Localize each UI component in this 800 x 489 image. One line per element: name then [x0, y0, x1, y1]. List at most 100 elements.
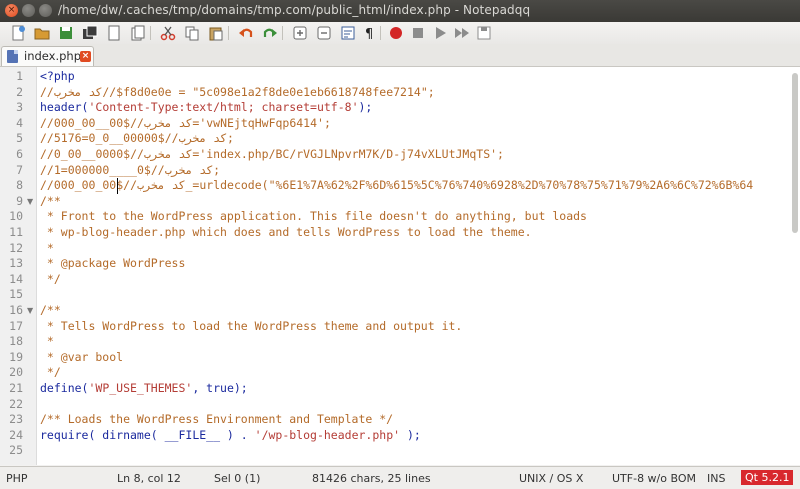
- line-number: 23: [9, 412, 23, 427]
- run-macro-multiple-icon[interactable]: [454, 25, 470, 41]
- code-text: //کد مخرب//$00000__0_0=5176;: [40, 131, 234, 147]
- line-number: 21: [9, 381, 23, 395]
- code-token: define(: [40, 381, 89, 395]
- code-line[interactable]: 9 ▼ /**: [0, 194, 800, 210]
- code-token: );: [400, 427, 421, 442]
- code-line[interactable]: 24 require( dirname( __FILE__ ) . '/wp-bl…: [0, 428, 800, 444]
- code-text: require( dirname( __FILE__ ) . '/wp-blog…: [40, 428, 421, 444]
- line-number: 14: [9, 271, 23, 286]
- code-line[interactable]: 6 //کد مخرب//$0000__00_0='index.php/BC/rV…: [0, 147, 800, 163]
- close-all-icon[interactable]: [130, 25, 146, 41]
- status-language[interactable]: PHP: [6, 472, 28, 485]
- stop-macro-icon[interactable]: [410, 25, 426, 41]
- code-line[interactable]: 21 define('WP_USE_THEMES', true);: [0, 381, 800, 397]
- line-number: 5: [16, 131, 23, 146]
- code-text: * @var bool: [40, 350, 123, 366]
- code-token: //کد مخرب//$00_00_000_=urldecode("%6E1%7…: [40, 178, 754, 193]
- cut-icon[interactable]: [160, 25, 176, 41]
- close-icon[interactable]: ×: [80, 51, 91, 62]
- code-line[interactable]: 8 //کد مخرب//$00_00_000_=urldecode("%6E1%…: [0, 178, 800, 194]
- redo-icon[interactable]: [262, 25, 278, 41]
- line-number: 7: [16, 162, 23, 177]
- code-line[interactable]: 4 //کد مخرب//$00__00_000='vwNEjtqHwFqp641…: [0, 116, 800, 132]
- line-number: 10: [9, 209, 23, 224]
- line-number: 13: [9, 256, 23, 271]
- code-token: //کد مخرب//$00__00_000='vwNEjtqHwFqp6414…: [40, 115, 331, 130]
- window-maximize-button[interactable]: [39, 4, 52, 17]
- code-line[interactable]: 19 * @var bool: [0, 350, 800, 366]
- code-line[interactable]: 25: [0, 443, 800, 459]
- code-text: //کد مخرب//$f8d0e0e = "5c098e1a2f8de0e1e…: [40, 85, 435, 101]
- code-token: * @var bool: [40, 349, 124, 364]
- code-line[interactable]: 23 /** Loads the WordPress Environment an…: [0, 412, 800, 428]
- code-line[interactable]: 16 ▼ /**: [0, 303, 800, 319]
- code-line[interactable]: 14 */: [0, 272, 800, 288]
- play-macro-icon[interactable]: [432, 25, 448, 41]
- line-number: 24: [9, 427, 23, 442]
- code-line[interactable]: 13 * @package WordPress: [0, 256, 800, 272]
- code-line[interactable]: 15: [0, 287, 800, 303]
- code-text: * Front to the WordPress application. Th…: [40, 209, 587, 225]
- code-line[interactable]: 3 header('Content-Type:text/html; charset…: [0, 100, 800, 116]
- vertical-scrollbar[interactable]: [792, 73, 798, 233]
- code-line[interactable]: 18 *: [0, 334, 800, 350]
- code-line[interactable]: 1 <?php: [0, 69, 800, 85]
- line-number: 25: [9, 443, 23, 458]
- word-wrap-icon[interactable]: [340, 25, 356, 41]
- code-token: require( dirname( __FILE__ ) .: [40, 427, 255, 442]
- fold-toggle-icon[interactable]: ▼: [27, 194, 33, 210]
- save-icon[interactable]: [58, 25, 74, 41]
- show-all-chars-icon[interactable]: ¶: [362, 25, 378, 42]
- save-all-icon[interactable]: [82, 25, 98, 41]
- code-line[interactable]: 7 //کد مخرب//$0____000000=1;: [0, 163, 800, 179]
- code-text: */: [40, 365, 61, 381]
- code-token: /**: [40, 193, 61, 208]
- code-text: //کد مخرب//$0____000000=1;: [40, 163, 220, 179]
- toolbar: ¶: [0, 22, 800, 45]
- code-line[interactable]: 10 * Front to the WordPress application.…: [0, 209, 800, 225]
- line-number: 12: [9, 240, 23, 255]
- tab-index-php[interactable]: index.php ×: [1, 46, 94, 66]
- undo-icon[interactable]: [238, 25, 254, 41]
- code-line[interactable]: 5 //کد مخرب//$00000__0_0=5176;: [0, 131, 800, 147]
- code-line[interactable]: 22: [0, 397, 800, 413]
- code-token: , true);: [192, 381, 248, 395]
- code-token: *: [40, 240, 54, 255]
- code-token: 'Content-Type:text/html; charset=utf-8': [88, 100, 359, 115]
- toolbar-separator: [228, 26, 229, 40]
- line-number: 2: [16, 84, 23, 99]
- close-file-icon[interactable]: [106, 25, 122, 41]
- code-text: /** Loads the WordPress Environment and …: [40, 412, 393, 428]
- code-line[interactable]: 2 //کد مخرب//$f8d0e0e = "5c098e1a2f8de0e1…: [0, 85, 800, 101]
- status-eol[interactable]: UNIX / OS X: [519, 472, 583, 485]
- code-line[interactable]: 11 * wp-blog-header.php which does and t…: [0, 225, 800, 241]
- code-token: *: [40, 334, 54, 349]
- status-encoding[interactable]: UTF-8 w/o BOM: [612, 472, 696, 485]
- save-macro-icon[interactable]: [476, 25, 492, 41]
- code-text: //کد مخرب//$00__00_000='vwNEjtqHwFqp6414…: [40, 116, 331, 132]
- code-editor[interactable]: 1 <?php 2 //کد مخرب//$f8d0e0e = "5c098e1a2f…: [0, 67, 800, 465]
- open-file-icon[interactable]: [34, 25, 50, 41]
- window-close-button[interactable]: ×: [5, 4, 18, 17]
- code-token: * wp-blog-header.php which does and tell…: [40, 225, 532, 239]
- copy-icon[interactable]: [184, 25, 200, 41]
- code-token: //کد مخرب//$f8d0e0e = "5c098e1a2f8de0e1e…: [40, 84, 435, 99]
- fold-toggle-icon[interactable]: ▼: [27, 303, 33, 319]
- status-position: Ln 8, col 12: [117, 472, 181, 485]
- zoom-in-icon[interactable]: [292, 25, 308, 41]
- line-number: 4: [16, 115, 23, 130]
- line-number: 8: [16, 178, 23, 193]
- code-line[interactable]: 20 */: [0, 365, 800, 381]
- zoom-out-icon[interactable]: [316, 25, 332, 41]
- window-title: /home/dw/.caches/tmp/domains/tmp.com/pub…: [58, 3, 531, 17]
- code-text: * wp-blog-header.php which does and tell…: [40, 225, 532, 241]
- record-macro-icon[interactable]: [388, 25, 404, 41]
- line-number: 15: [9, 287, 23, 302]
- code-line[interactable]: 12 *: [0, 241, 800, 257]
- line-number: 1: [16, 69, 23, 83]
- code-line[interactable]: 17 * Tells WordPress to load the WordPre…: [0, 319, 800, 335]
- paste-icon[interactable]: [208, 25, 224, 41]
- line-number: 17: [9, 318, 23, 333]
- window-minimize-button[interactable]: [22, 4, 35, 17]
- new-file-icon[interactable]: [10, 25, 26, 41]
